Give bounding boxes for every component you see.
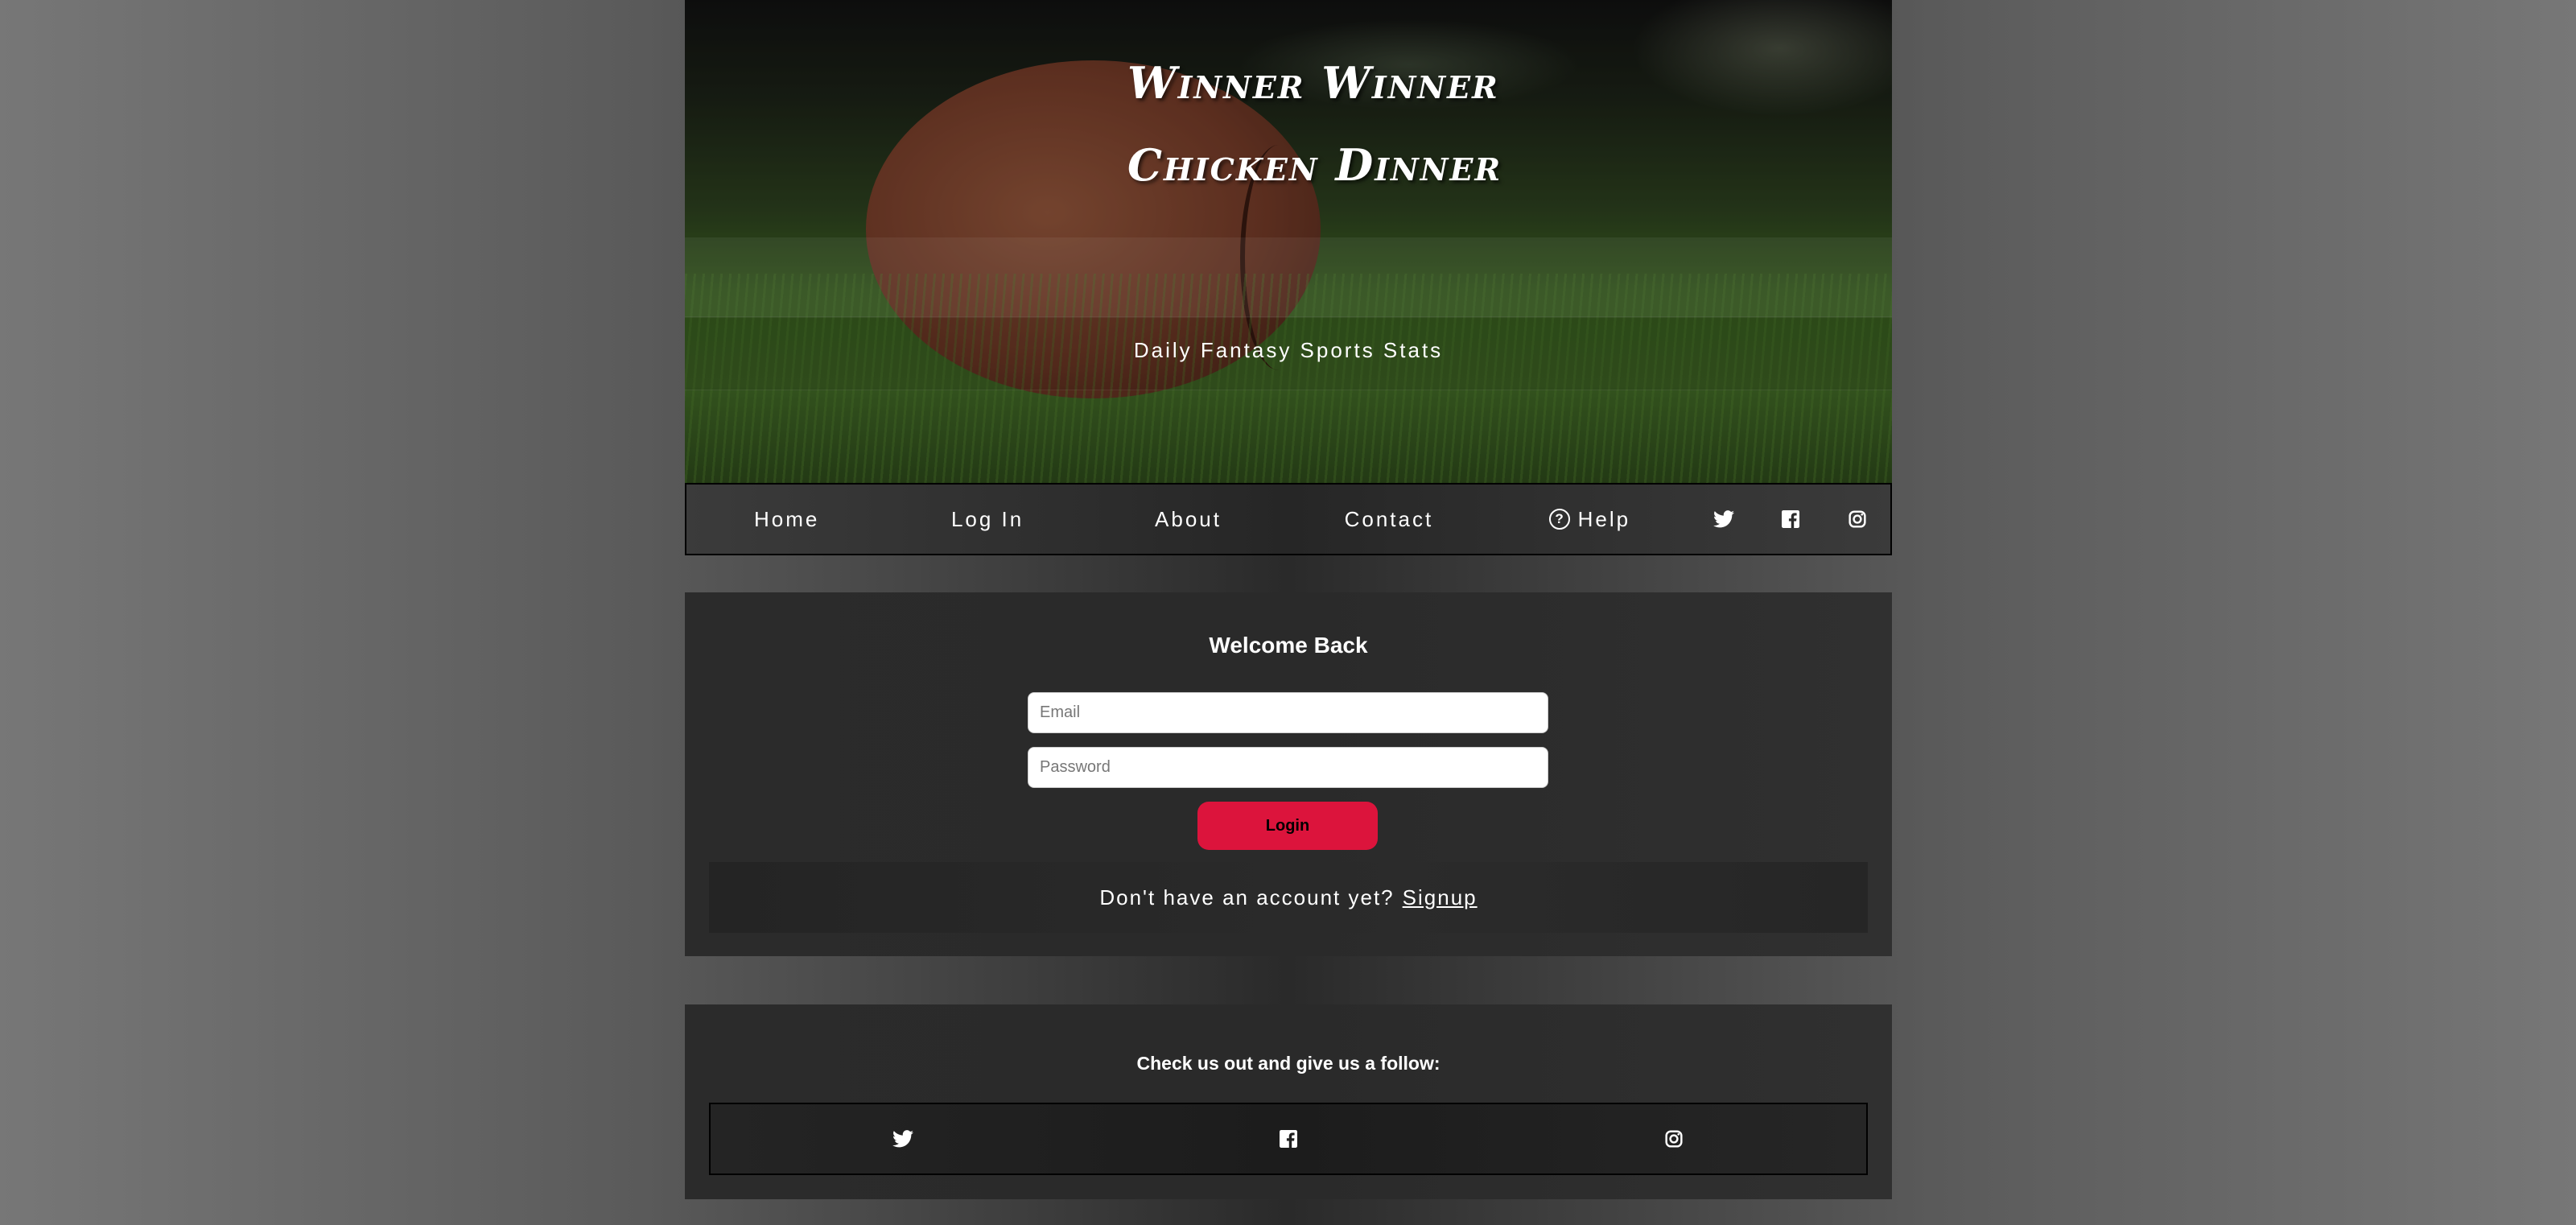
instagram-icon[interactable]	[1824, 510, 1890, 528]
twitter-icon[interactable]	[711, 1130, 1096, 1148]
nav-login[interactable]: Log In	[887, 507, 1087, 532]
follow-heading: Check us out and give us a follow:	[1136, 1053, 1440, 1074]
nav-help-label: Help	[1577, 506, 1631, 531]
site-subtitle: Daily Fantasy Sports Stats	[1133, 338, 1444, 362]
follow-social-bar	[709, 1103, 1868, 1175]
main-nav: Home Log In About Contact ? Help	[685, 483, 1892, 555]
signup-prompt-bar: Don't have an account yet? Signup	[709, 862, 1868, 933]
instagram-icon[interactable]	[1481, 1130, 1866, 1148]
hero-band	[685, 237, 1892, 318]
site-title-line1: Winner Winner	[1127, 57, 1499, 109]
login-card: Welcome Back Login Don't have an account…	[685, 592, 1892, 956]
page: Winner Winner Chicken Dinner Daily Fanta…	[685, 0, 1892, 1199]
nav-social-icons	[1690, 510, 1890, 528]
twitter-icon[interactable]	[1690, 510, 1757, 528]
site-title-line2: Chicken Dinner	[1127, 139, 1502, 191]
site-title: Winner Winner Chicken Dinner	[1127, 42, 1530, 206]
welcome-heading: Welcome Back	[1209, 633, 1368, 658]
hero-banner: Winner Winner Chicken Dinner Daily Fanta…	[685, 0, 1892, 483]
nav-contact[interactable]: Contact	[1288, 507, 1489, 532]
password-field[interactable]	[1028, 747, 1548, 788]
signup-link[interactable]: Signup	[1403, 885, 1478, 910]
follow-card: Check us out and give us a follow:	[685, 1004, 1892, 1199]
nav-about[interactable]: About	[1088, 507, 1288, 532]
facebook-icon[interactable]	[1096, 1130, 1482, 1148]
signup-prompt-text: Don't have an account yet?	[1099, 885, 1395, 909]
email-field[interactable]	[1028, 692, 1548, 733]
nav-home[interactable]: Home	[686, 507, 887, 532]
question-circle-icon: ?	[1548, 509, 1570, 530]
nav-help[interactable]: ? Help	[1490, 507, 1690, 532]
login-button[interactable]: Login	[1197, 802, 1378, 850]
facebook-icon[interactable]	[1757, 510, 1824, 528]
